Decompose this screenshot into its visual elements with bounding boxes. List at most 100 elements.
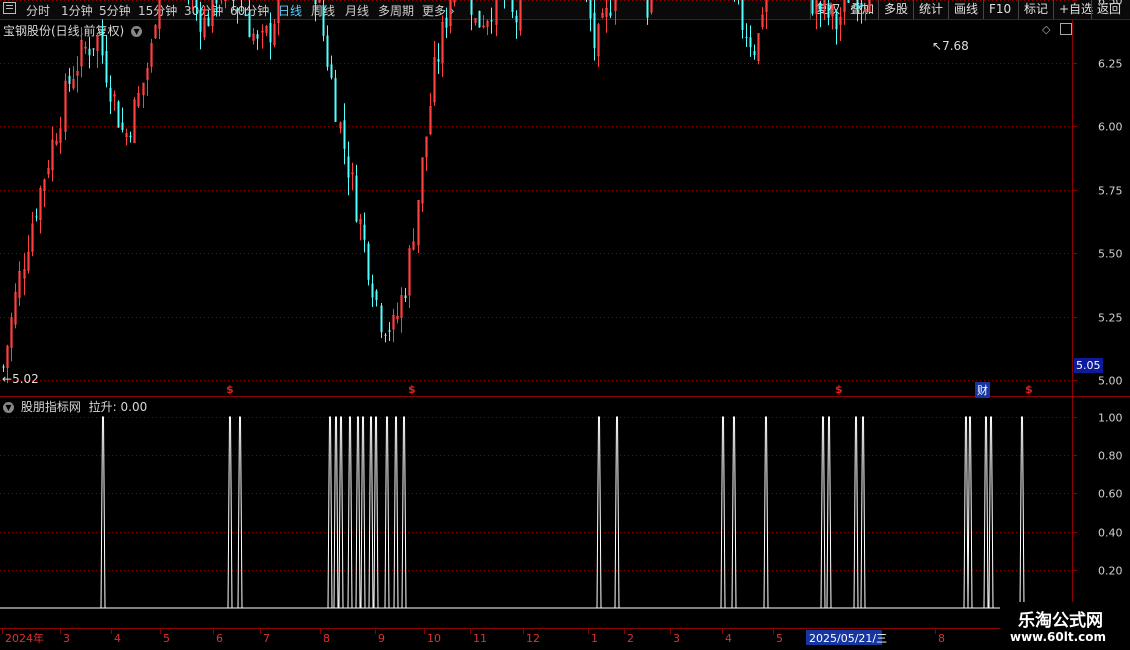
dividend-mark[interactable]: $ (1025, 383, 1033, 396)
candle-body (269, 22, 272, 43)
y-tick-label: 6.50 (1098, 0, 1123, 8)
candle-body (404, 295, 407, 298)
watermark-title: 乐淘公式网 (1018, 611, 1103, 631)
candle-body (490, 20, 493, 22)
candle-body (835, 13, 838, 30)
x-tick-label: 12 (526, 632, 540, 645)
x-tick-label: 8 (938, 632, 945, 645)
low-value: 5.02 (12, 372, 39, 386)
candle-body (445, 17, 448, 28)
indicator-pulse (237, 416, 243, 609)
indicator-pulse (1019, 416, 1025, 609)
indicator-pulse (967, 416, 973, 609)
candle-body (437, 59, 440, 62)
chart-canvas[interactable]: 5.005.255.505.756.006.256.506.757.007.25… (0, 0, 1130, 650)
y-tick-label: 6.00 (1098, 121, 1123, 134)
candle-body (109, 87, 112, 102)
x-tick-label: 5 (163, 632, 170, 645)
candle-body (363, 224, 366, 240)
indicator-pulse (720, 416, 726, 609)
high-annotation: ↖7.68 (932, 39, 969, 53)
indicator-pulse (333, 416, 339, 609)
candle-body (367, 243, 370, 280)
x-tick-label: 5 (776, 632, 783, 645)
candle-body (199, 10, 202, 32)
candle-body (236, 8, 239, 11)
indicator-pulse (860, 416, 866, 609)
candle-body (741, 0, 744, 30)
y-tick-label: 5.50 (1098, 248, 1123, 261)
indicator-pulse (384, 416, 390, 609)
indicator-pulse (401, 416, 407, 609)
candle-body (35, 216, 38, 218)
x-tick-label: 2024年 (5, 631, 44, 645)
candle-body (88, 48, 91, 56)
candle-body (117, 101, 120, 128)
y-tick-label: 5.00 (1098, 375, 1123, 388)
candle-body (215, 0, 218, 4)
candle-body (240, 9, 243, 11)
x-tick-label: 7 (263, 632, 270, 645)
indicator-pulse (596, 416, 602, 609)
indicator-pulse (338, 416, 344, 609)
candle-body (244, 14, 247, 16)
candle-body (207, 17, 210, 27)
indicator-pulse (327, 416, 333, 609)
candle-body (860, 3, 863, 8)
dividend-mark[interactable]: $ (835, 383, 843, 396)
candle-body (256, 34, 259, 39)
candle-body (343, 120, 346, 149)
candle-body (326, 35, 329, 67)
indicator-pulse (360, 416, 366, 609)
candle-body (753, 51, 756, 56)
indicator-pulse (100, 416, 106, 609)
indicator-pulse (373, 416, 379, 609)
candle-body (322, 5, 325, 36)
candle-body (478, 10, 481, 28)
candle-body (593, 12, 596, 49)
candle-body (92, 48, 95, 50)
candle-body (856, 0, 859, 11)
candle-body (347, 156, 350, 178)
candle-body (515, 15, 518, 23)
candle-body (589, 0, 592, 19)
x-tick-label: 2025/05/21/三 (809, 632, 887, 645)
x-tick-label: 8 (323, 632, 330, 645)
candle-body (68, 75, 71, 84)
indicator-pulse (826, 416, 832, 609)
watermark-url: www.60lt.com (1010, 630, 1107, 644)
low-annotation: ←5.02 (2, 372, 39, 386)
high-value: 7.68 (942, 39, 969, 53)
indicator-pulse (347, 416, 353, 609)
candle-body (646, 0, 649, 18)
indicator-pulse (355, 416, 361, 609)
y-tick-label: 0.80 (1098, 450, 1123, 463)
candle-body (314, 0, 317, 4)
candlestick-series (2, 0, 871, 384)
watermark-logo: 乐淘公式网 www.60lt.com (1000, 602, 1130, 650)
candle-body (355, 175, 358, 222)
current-price-box: 5.05 (1074, 358, 1103, 373)
candle-body (371, 283, 374, 298)
candle-body (749, 37, 752, 48)
candle-body (2, 366, 5, 368)
dividend-mark[interactable]: $ (226, 383, 234, 396)
candle-body (101, 29, 104, 56)
candle-body (380, 305, 383, 333)
indicator-pulse (963, 416, 969, 609)
indicator-pulse (820, 416, 826, 609)
x-tick-label: 4 (725, 632, 732, 645)
indicator-pulse (731, 416, 737, 609)
candle-body (334, 77, 337, 122)
y-tick-label: 5.75 (1098, 185, 1123, 198)
x-tick-label: 4 (114, 632, 121, 645)
x-tick-label: 6 (216, 632, 223, 645)
indicator-pulse (853, 416, 859, 609)
dividend-mark[interactable]: $ (408, 383, 416, 396)
candle-body (195, 0, 198, 9)
y-tick-label: 5.25 (1098, 312, 1123, 325)
financial-report-mark[interactable]: 财 (975, 382, 990, 398)
x-tick-label: 2 (627, 632, 634, 645)
indicator-pulse (763, 416, 769, 609)
candle-body (811, 0, 814, 14)
